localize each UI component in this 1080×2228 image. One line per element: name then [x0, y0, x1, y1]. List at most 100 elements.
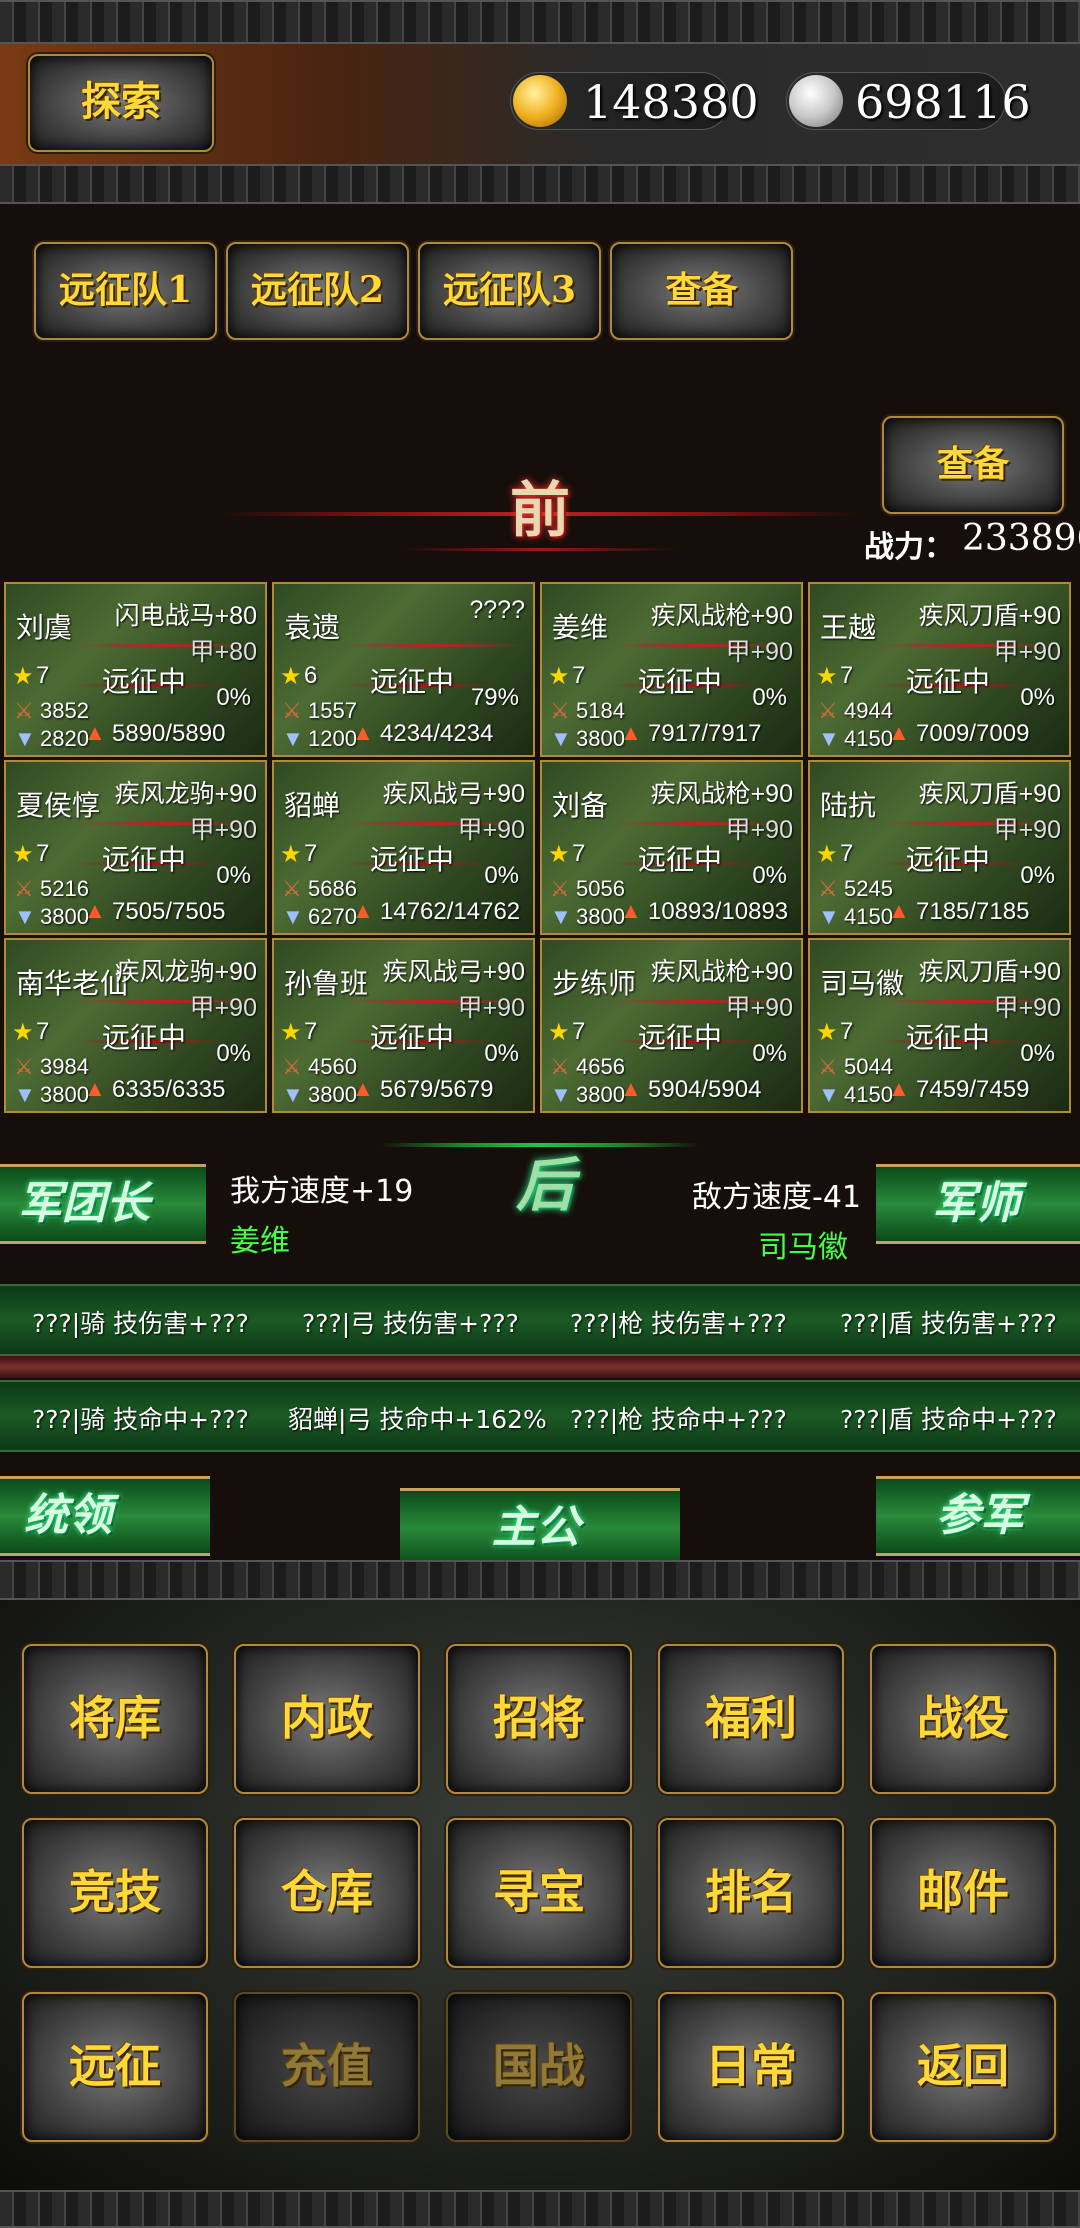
general-card[interactable]: 步练师 疾风战枪+90 甲+90 ★ 7 远征中 0% ⚔ 4656 ▼ 3800 ▲ 5904/590… — [540, 938, 803, 1113]
general-attack: 5245 — [844, 876, 893, 901]
app-root: 探索 148380 698116 远征队1 远征队2 远征队3 查备 前 查备 … — [0, 0, 1080, 2228]
general-xp-percent: 0% — [1020, 684, 1055, 711]
command-ribbon[interactable]: 统领 — [0, 1476, 210, 1556]
lord-ribbon[interactable]: 主公 — [400, 1488, 680, 1568]
general-name: 刘虞 — [16, 612, 73, 643]
skill-hit-spear: ???|枪 技命中+??? — [570, 1405, 787, 1434]
general-status: 远征中 — [370, 844, 455, 875]
star-icon: ★ — [12, 663, 34, 690]
general-attack: 3984 — [40, 1054, 89, 1079]
general-armor: 甲+80 — [189, 638, 257, 666]
general-card[interactable]: 貂蝉 疾风战弓+90 甲+90 ★ 7 远征中 0% ⚔ 5686 ▼ 6270 ▲ 14762/147… — [272, 760, 535, 935]
general-card[interactable]: 刘备 疾风战枪+90 甲+90 ★ 7 远征中 0% ⚔ 5056 ▼ 3800 ▲ 10893/108… — [540, 760, 803, 935]
general-attack: 4560 — [308, 1054, 357, 1079]
general-armor: 甲+90 — [457, 816, 525, 844]
armor-icon: ▼ — [14, 904, 36, 929]
general-card[interactable]: 刘虞 闪电战马+80 甲+80 ★ 7 远征中 0% ⚔ 3852 ▼ 2820 ▲ 5890/5890 — [4, 582, 267, 757]
general-attack: 5184 — [576, 698, 625, 723]
general-card[interactable]: 孙鲁班 疾风战弓+90 甲+90 ★ 7 远征中 0% ⚔ 4560 ▼ 3800 ▲ 5679/567… — [272, 938, 535, 1113]
general-troops: 10893/10893 — [648, 898, 789, 925]
tab-squad-3[interactable]: 远征队3 — [418, 242, 601, 340]
general-card[interactable]: 袁遗???? ★ 6 远征中 79% ⚔ 1557 ▼ 1200 ▲ 4234/4234 — [272, 582, 535, 757]
troop-icon: ▲ — [888, 898, 910, 923]
explore-button[interactable]: 探索 — [28, 54, 214, 152]
general-equipment: 疾风战弓+90 — [382, 780, 525, 808]
sword-icon: ⚔ — [818, 1054, 838, 1079]
general-level: 7 — [36, 662, 50, 689]
menu-button[interactable]: 邮件 — [870, 1818, 1056, 1968]
general-card[interactable]: 南华老仙 疾风龙驹+90 甲+90 ★ 7 远征中 0% ⚔ 3984 ▼ 3800 ▲ 6335/63… — [4, 938, 267, 1113]
general-card[interactable]: 王越 疾风刀盾+90 甲+90 ★ 7 远征中 0% ⚔ 4944 ▼ 4150 ▲ 7009/7009 — [808, 582, 1071, 757]
tab-check-equip[interactable]: 查备 — [610, 242, 793, 340]
staff-ribbon[interactable]: 参军 — [876, 1476, 1080, 1556]
general-name: 王越 — [820, 612, 877, 643]
troop-icon: ▲ — [352, 898, 374, 923]
general-troops: 7505/7505 — [112, 898, 226, 925]
tab-squad-2[interactable]: 远征队2 — [226, 242, 409, 340]
general-status: 远征中 — [906, 1022, 991, 1053]
menu-button[interactable]: 竞技 — [22, 1818, 208, 1968]
general-attack: 1557 — [308, 698, 357, 723]
armor-icon: ▼ — [550, 726, 572, 751]
menu-button[interactable]: 仓库 — [234, 1818, 420, 1968]
general-defense: 3800 — [576, 904, 625, 929]
menu-button[interactable]: 充值 — [234, 1992, 420, 2142]
menu-border — [0, 1560, 1080, 1600]
general-armor: 甲+90 — [725, 638, 793, 666]
general-card[interactable]: 陆抗 疾风刀盾+90 甲+90 ★ 7 远征中 0% ⚔ 5245 ▼ 4150 ▲ 7185/7185 — [808, 760, 1071, 935]
general-defense: 4150 — [844, 904, 893, 929]
general-status: 远征中 — [906, 844, 991, 875]
menu-button[interactable]: 战役 — [870, 1644, 1056, 1794]
general-level: 7 — [572, 662, 586, 689]
sword-icon: ⚔ — [550, 876, 570, 901]
menu-button[interactable]: 国战 — [446, 1992, 632, 2142]
front-check-equip-button[interactable]: 查备 — [882, 416, 1064, 514]
general-name: 孙鲁班 — [284, 968, 369, 999]
general-equipment: 疾风战枪+90 — [650, 958, 793, 986]
legion-leader-name[interactable]: 姜维 — [230, 1216, 290, 1260]
advisor-name[interactable]: 司马徽 — [758, 1222, 848, 1266]
star-icon: ★ — [816, 841, 838, 868]
general-troops: 7185/7185 — [916, 898, 1030, 925]
menu-button[interactable]: 寻宝 — [446, 1818, 632, 1968]
troop-icon: ▲ — [620, 1076, 642, 1101]
general-defense: 3800 — [40, 1082, 89, 1107]
armor-icon: ▼ — [818, 904, 840, 929]
menu-button[interactable]: 排名 — [658, 1818, 844, 1968]
general-troops: 5904/5904 — [648, 1076, 762, 1103]
silver-ingot-icon — [789, 75, 843, 127]
general-name: 步练师 — [552, 968, 637, 999]
sword-icon: ⚔ — [282, 876, 302, 901]
header-border — [0, 164, 1080, 204]
star-icon: ★ — [280, 663, 302, 690]
general-level: 7 — [572, 840, 586, 867]
general-equipment: 疾风战弓+90 — [382, 958, 525, 986]
armor-icon: ▼ — [14, 726, 36, 751]
general-card[interactable]: 司马徽 疾风刀盾+90 甲+90 ★ 7 远征中 0% ⚔ 5044 ▼ 4150 ▲ 7459/745… — [808, 938, 1071, 1113]
general-card[interactable]: 夏侯惇 疾风龙驹+90 甲+90 ★ 7 远征中 0% ⚔ 5216 ▼ 3800 ▲ 7505/750… — [4, 760, 267, 935]
menu-button[interactable]: 远征 — [22, 1992, 208, 2142]
menu-button[interactable]: 内政 — [234, 1644, 420, 1794]
troop-icon: ▲ — [84, 1076, 106, 1101]
menu-button[interactable]: 将库 — [22, 1644, 208, 1794]
advisor-ribbon: 军师 — [876, 1164, 1080, 1244]
menu-button[interactable]: 福利 — [658, 1644, 844, 1794]
general-xp-percent: 0% — [484, 1040, 519, 1067]
sword-icon: ⚔ — [550, 1054, 570, 1079]
star-icon: ★ — [12, 1019, 34, 1046]
general-xp-percent: 0% — [752, 1040, 787, 1067]
sword-icon: ⚔ — [818, 698, 838, 723]
general-name: 司马徽 — [820, 968, 905, 999]
menu-button[interactable]: 日常 — [658, 1992, 844, 2142]
general-level: 7 — [840, 840, 854, 867]
general-card[interactable]: 姜维 疾风战枪+90 甲+90 ★ 7 远征中 0% ⚔ 5184 ▼ 3800 ▲ 7917/7917 — [540, 582, 803, 757]
menu-button[interactable]: 招将 — [446, 1644, 632, 1794]
general-armor: 甲+90 — [993, 994, 1061, 1022]
general-attack: 4656 — [576, 1054, 625, 1079]
armor-icon: ▼ — [282, 726, 304, 751]
general-xp-percent: 0% — [216, 862, 251, 889]
general-defense: 4150 — [844, 1082, 893, 1107]
gold-ingot-icon — [513, 75, 567, 127]
tab-squad-1[interactable]: 远征队1 — [34, 242, 217, 340]
menu-button[interactable]: 返回 — [870, 1992, 1056, 2142]
